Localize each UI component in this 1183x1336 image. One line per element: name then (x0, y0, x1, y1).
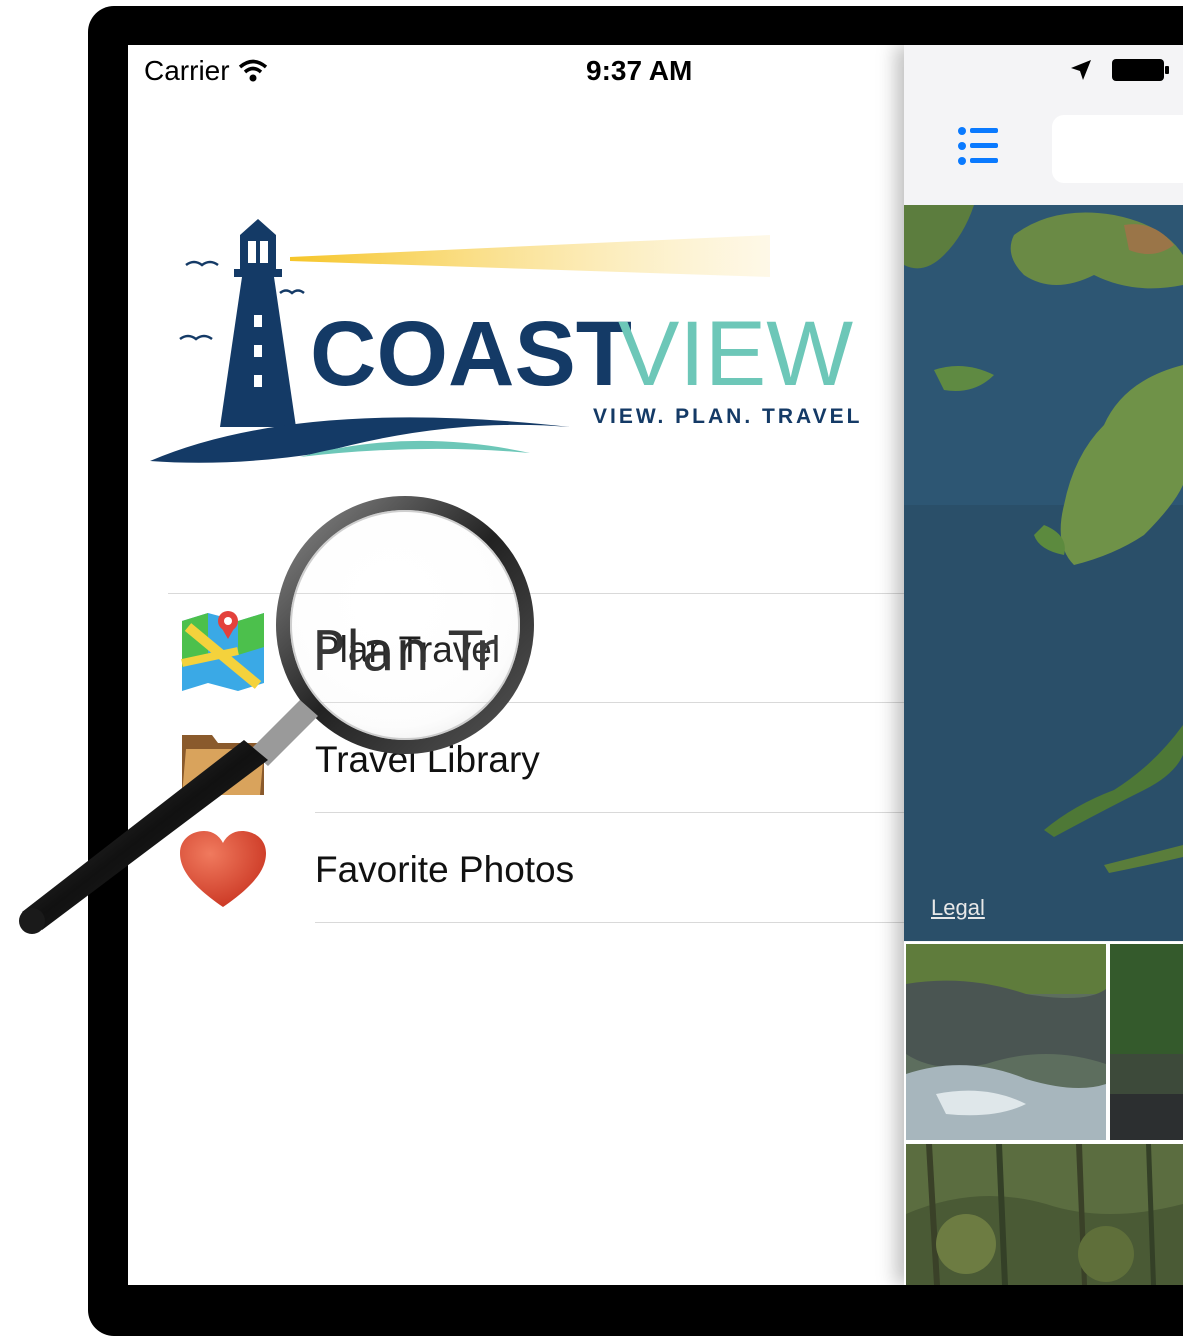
menu-item-plan-travel[interactable]: Plan Travel (168, 593, 908, 703)
photo-grid (904, 942, 1183, 1285)
menu-divider (315, 922, 908, 923)
photo-thumbnail[interactable] (1110, 944, 1183, 1140)
location-arrow-icon (1071, 60, 1091, 80)
photo-thumbnail[interactable] (906, 1144, 1183, 1285)
menu-item-favorite-photos[interactable]: Favorite Photos (168, 813, 908, 923)
photo-thumbnail[interactable] (906, 944, 1106, 1140)
map-legal-link[interactable]: Legal (931, 895, 985, 921)
folder-icon (182, 735, 264, 795)
logo-tagline: VIEW. PLAN. TRAVEL (593, 405, 862, 428)
logo-name-part2: VIEW (618, 303, 853, 405)
satellite-map[interactable]: Legal (904, 205, 1183, 941)
search-field[interactable] (1052, 115, 1183, 183)
status-time: 9:37 AM (586, 55, 693, 86)
list-icon[interactable] (956, 123, 1002, 169)
map-terrain (904, 205, 1183, 941)
heart-icon (180, 831, 266, 907)
status-carrier: Carrier (144, 55, 268, 87)
logo-name-part1: COAST (310, 303, 632, 405)
battery-icon (1112, 59, 1169, 81)
menu-label-travel-library: Travel Library (315, 739, 540, 780)
lighthouse-logo-icon: COAST VIEW VIEW. PLAN. TRAVEL (150, 219, 862, 463)
menu-label-favorite-photos: Favorite Photos (315, 849, 575, 890)
menu-item-travel-library[interactable]: Travel Library (168, 703, 908, 813)
wifi-icon (238, 59, 267, 82)
map-icon (181, 611, 264, 691)
main-view-panel[interactable]: Legal (904, 45, 1183, 1285)
side-status-bar (1069, 57, 1171, 83)
app-screen: Carrier 9:37 AM COAST VIEW VIEW. PLAN. T… (128, 45, 1183, 1285)
magnified-text: Plan Tr (312, 620, 499, 683)
carrier-label: Carrier (144, 55, 230, 86)
coastview-logo: COAST VIEW VIEW. PLAN. TRAVEL (150, 217, 890, 482)
